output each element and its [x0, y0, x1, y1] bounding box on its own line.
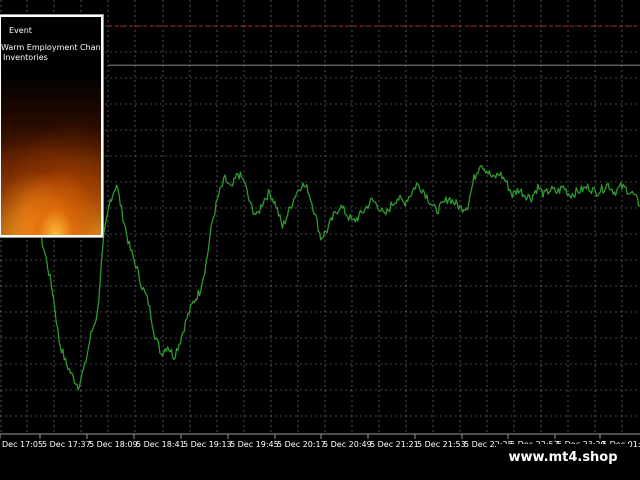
- time-axis-label: 5 Dec 19:45: [230, 440, 279, 449]
- event-panel-content: Event Warm Employment Change (N Inventor…: [1, 17, 101, 235]
- time-axis-label: Dec 17:05: [2, 440, 44, 449]
- time-axis-label: 5 Dec 20:17: [277, 440, 326, 449]
- time-axis-label: 5 Dec 21:53: [417, 440, 466, 449]
- watermark-label: www.mt4.shop: [496, 444, 630, 470]
- event-item-inventories[interactable]: Inventories: [3, 53, 48, 62]
- time-axis-label: 5 Dec 20:49: [323, 440, 372, 449]
- event-panel-header: Event: [9, 26, 32, 35]
- time-axis-label: 5 Dec 17:37: [42, 440, 91, 449]
- time-axis-label: 5 Dec 21:21: [370, 440, 419, 449]
- time-axis-label: 5 Dec 18:41: [136, 440, 185, 449]
- time-axis-label: 5 Dec 19:13: [183, 440, 232, 449]
- event-panel[interactable]: Event Warm Employment Change (N Inventor…: [0, 14, 104, 238]
- event-item-employment[interactable]: Warm Employment Change (N: [1, 43, 101, 52]
- time-axis-label: 5 Dec 18:09: [89, 440, 138, 449]
